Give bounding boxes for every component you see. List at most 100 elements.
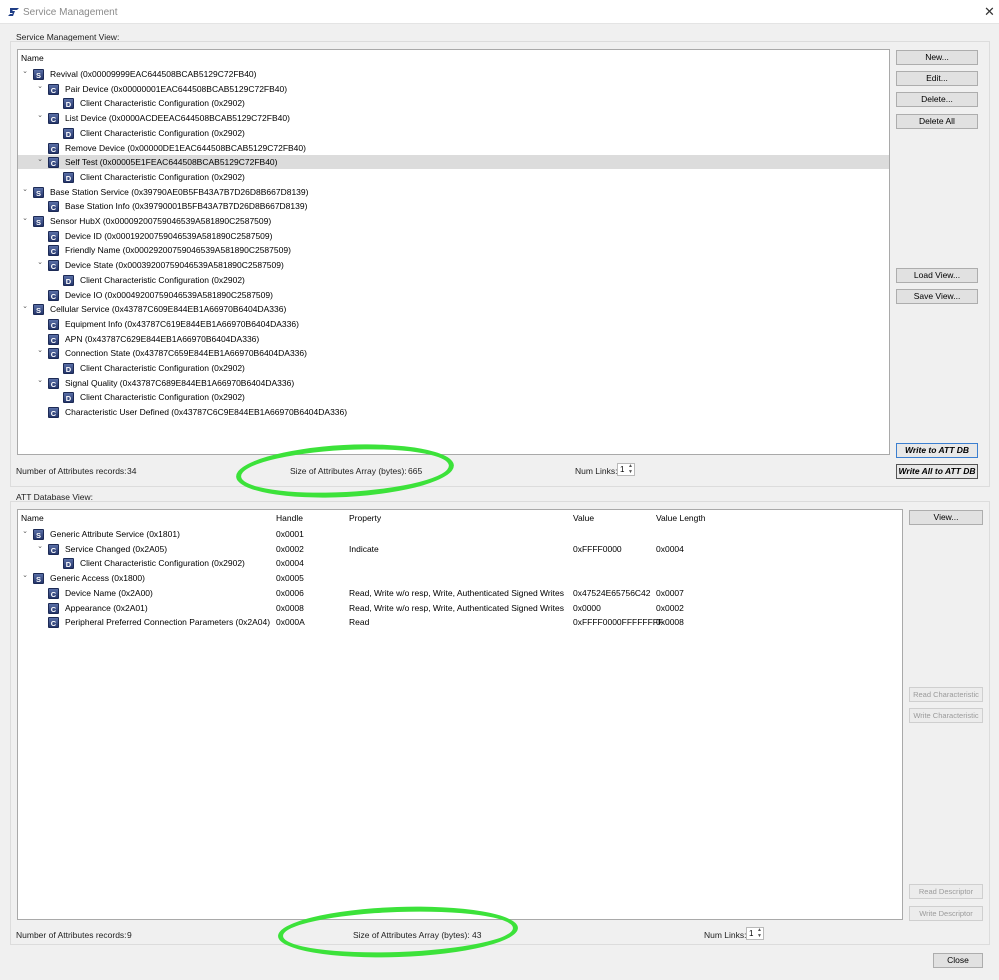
smv-tree-item[interactable]: C Device ID (0x00019200759046539A581890C2… [18, 229, 889, 243]
smv-tree-item[interactable]: C Base Station Info (0x39790001B5FB43A7B7… [18, 199, 889, 213]
smv-tree-item[interactable]: C Equipment Info (0x43787C619E844EB1A6697… [18, 317, 889, 331]
spinner-arrows-icon[interactable]: ▲ ▼ [757, 927, 762, 939]
window-title: Service Management [23, 7, 118, 18]
tree-item-label: Client Characteristic Configuration (0x2… [80, 392, 245, 403]
save-view-button[interactable]: Save View... [896, 289, 978, 304]
expand-chevron-icon[interactable]: ⌄ [36, 153, 44, 167]
expand-chevron-icon[interactable]: ⌄ [36, 374, 44, 388]
att-table-row[interactable]: C Device Name (0x2A00) 0x0006 Read, Write w… [18, 586, 902, 600]
att-table-row[interactable]: ⌄ S Generic Attribute Service (0x1801) 0x00… [18, 527, 902, 541]
att-row-badge: S [33, 529, 44, 540]
att-cell-handle: 0x0008 [276, 602, 304, 613]
smv-tree-item[interactable]: C APN (0x43787C629E844EB1A66970B6404DA336… [18, 332, 889, 346]
expand-chevron-icon[interactable]: ⌄ [36, 540, 44, 554]
att-column-header[interactable]: Property [349, 513, 381, 523]
att-cell-handle: 0x0005 [276, 573, 304, 584]
expand-chevron-icon[interactable]: ⌄ [21, 300, 29, 314]
tree-item-badge: C [48, 83, 59, 95]
expand-chevron-icon[interactable]: ⌄ [21, 183, 29, 197]
smv-tree-item[interactable]: C Remove Device (0x00000DE1EAC644508BCAB5… [18, 141, 889, 155]
smv-tree-item[interactable]: ⌄ C Signal Quality (0x43787C689E844EB1A669… [18, 376, 889, 390]
smv-tree-item[interactable]: D Client Characteristic Configuration (0x… [18, 361, 889, 375]
smv-tree-item[interactable]: D Client Characteristic Configuration (0x… [18, 126, 889, 140]
tree-item-badge: D [63, 98, 74, 110]
expand-chevron-icon[interactable]: ⌄ [21, 569, 29, 583]
att-table-row[interactable]: D Client Characteristic Configuration (0x… [18, 556, 902, 570]
att-row-badge: C [48, 617, 59, 629]
tree-item-badge: C [48, 407, 59, 419]
tree-item-badge: D [63, 363, 74, 374]
load-view-button[interactable]: Load View... [896, 268, 978, 283]
smv-tree-item[interactable]: D Client Characteristic Configuration (0x… [18, 170, 889, 184]
tree-item-badge: C [48, 245, 59, 257]
smv-tree-item[interactable]: C Device IO (0x00049200759046539A581890C2… [18, 288, 889, 302]
tree-item-label: Remove Device (0x00000DE1EAC644508BCAB51… [65, 142, 306, 153]
smv-tree-item[interactable]: ⌄ S Sensor HubX (0x00009200759046539A58189… [18, 214, 889, 228]
att-links-label: Num Links: [704, 930, 747, 940]
tree-item-label: Client Characteristic Configuration (0x2… [80, 171, 245, 182]
att-cell-property: Read, Write w/o resp, Write, Authenticat… [349, 587, 564, 598]
spinner-arrows-icon[interactable]: ▲ ▼ [628, 463, 633, 475]
write-characteristic-button[interactable]: Write Characteristic [909, 708, 983, 723]
att-row-name: Peripheral Preferred Connection Paramete… [65, 617, 271, 628]
write-descriptor-button[interactable]: Write Descriptor [909, 906, 983, 921]
smv-tree-item[interactable]: ⌄ C Pair Device (0x00000001EAC644508BCAB51… [18, 82, 889, 96]
expand-chevron-icon[interactable]: ⌄ [36, 344, 44, 358]
expand-chevron-icon[interactable]: ⌄ [21, 525, 29, 539]
smv-tree-item[interactable]: C Characteristic User Defined (0x43787C6C… [18, 405, 889, 419]
read-descriptor-button[interactable]: Read Descriptor [909, 884, 983, 899]
smv-tree-item[interactable]: ⌄ S Cellular Service (0x43787C609E844EB1A6… [18, 302, 889, 316]
att-table-row[interactable]: C Appearance (0x2A01) 0x0008 Read, Write w/… [18, 601, 902, 615]
smv-links-value: 1 [620, 465, 625, 474]
att-links-spinner[interactable]: 1 ▲ ▼ [746, 927, 764, 940]
att-column-header[interactable]: Name [21, 513, 44, 523]
att-column-header[interactable]: Value Length [656, 513, 705, 523]
att-table-row[interactable]: ⌄ S Generic Access (0x1800) 0x0005 [18, 571, 902, 585]
smv-tree-item[interactable]: ⌄ S Base Station Service (0x39790AE0B5FB43… [18, 185, 889, 199]
att-records-value: 9 [127, 930, 132, 940]
smv-tree-item[interactable]: C Friendly Name (0x00029200759046539A5818… [18, 243, 889, 257]
att-column-header[interactable]: Value [573, 513, 594, 523]
tree-item-badge: S [33, 304, 44, 316]
tree-item-badge: C [48, 348, 59, 360]
att-row-name: Client Characteristic Configuration (0x2… [80, 558, 245, 569]
att-table-row[interactable]: ⌄ C Service Changed (0x2A05) 0x0002 Indicate… [18, 542, 902, 556]
tree-item-label: Device State (0x00039200759046539A581890… [65, 260, 284, 271]
att-cell-handle: 0x0001 [276, 529, 304, 539]
tree-item-badge: C [48, 260, 59, 272]
tree-item-label: Cellular Service (0x43787C609E844EB1A669… [50, 304, 287, 315]
smv-tree-item[interactable]: D Client Characteristic Configuration (0x… [18, 273, 889, 287]
expand-chevron-icon[interactable]: ⌄ [36, 109, 44, 123]
window-close-icon[interactable]: ✕ [984, 4, 995, 20]
expand-chevron-icon[interactable]: ⌄ [36, 256, 44, 270]
view-button[interactable]: View... [909, 510, 983, 525]
expand-chevron-icon[interactable]: ⌄ [21, 65, 29, 79]
att-links-value: 1 [749, 929, 754, 938]
smv-tree-item[interactable]: ⌄ S Revival (0x00009999EAC644508BCAB5129C7… [18, 67, 889, 81]
delete-all-button[interactable]: Delete All [896, 114, 978, 129]
new-button[interactable]: New... [896, 50, 978, 65]
att-table-panel[interactable]: Name Handle Property Value Value Length ⌄ S Ge… [17, 509, 903, 920]
smv-tree-item[interactable]: D Client Characteristic Configuration (0x… [18, 96, 889, 110]
smv-tree-panel[interactable]: Name ⌄ S Revival (0x00009999EAC644508BCAB5… [17, 49, 890, 455]
smv-links-spinner[interactable]: 1 ▲ ▼ [617, 463, 635, 476]
smv-tree-item[interactable]: D Client Characteristic Configuration (0x… [18, 390, 889, 404]
write-att-db-button[interactable]: Write to ATT DB [896, 443, 978, 458]
smv-tree-item[interactable]: ⌄ C List Device (0x0000ACDEEAC644508BCAB51… [18, 111, 889, 125]
smv-tree-item[interactable]: ⌄ C Self Test (0x00005E1FEAC644508BCAB5129… [18, 153, 889, 170]
smv-tree-item[interactable]: ⌄ C Connection State (0x43787C659E844EB1A6… [18, 346, 889, 360]
att-cell-property: Read, Write w/o resp, Write, Authenticat… [349, 602, 564, 613]
att-table-row[interactable]: C Peripheral Preferred Connection Paramet… [18, 615, 902, 629]
smv-records-label: Number of Attributes records: [16, 466, 127, 476]
smv-tree-item[interactable]: ⌄ C Device State (0x00039200759046539A5818… [18, 258, 889, 272]
expand-chevron-icon[interactable]: ⌄ [36, 80, 44, 94]
delete-button[interactable]: Delete... [896, 92, 978, 107]
edit-button[interactable]: Edit... [896, 71, 978, 86]
att-column-header[interactable]: Handle [276, 513, 303, 523]
read-characteristic-button[interactable]: Read Characteristic [909, 687, 983, 702]
close-button[interactable]: Close [933, 953, 983, 968]
att-cell-handle: 0x0002 [276, 543, 304, 554]
tree-item-label: Client Characteristic Configuration (0x2… [80, 274, 245, 285]
write-all-att-db-button[interactable]: Write All to ATT DB [896, 464, 978, 479]
expand-chevron-icon[interactable]: ⌄ [21, 212, 29, 226]
